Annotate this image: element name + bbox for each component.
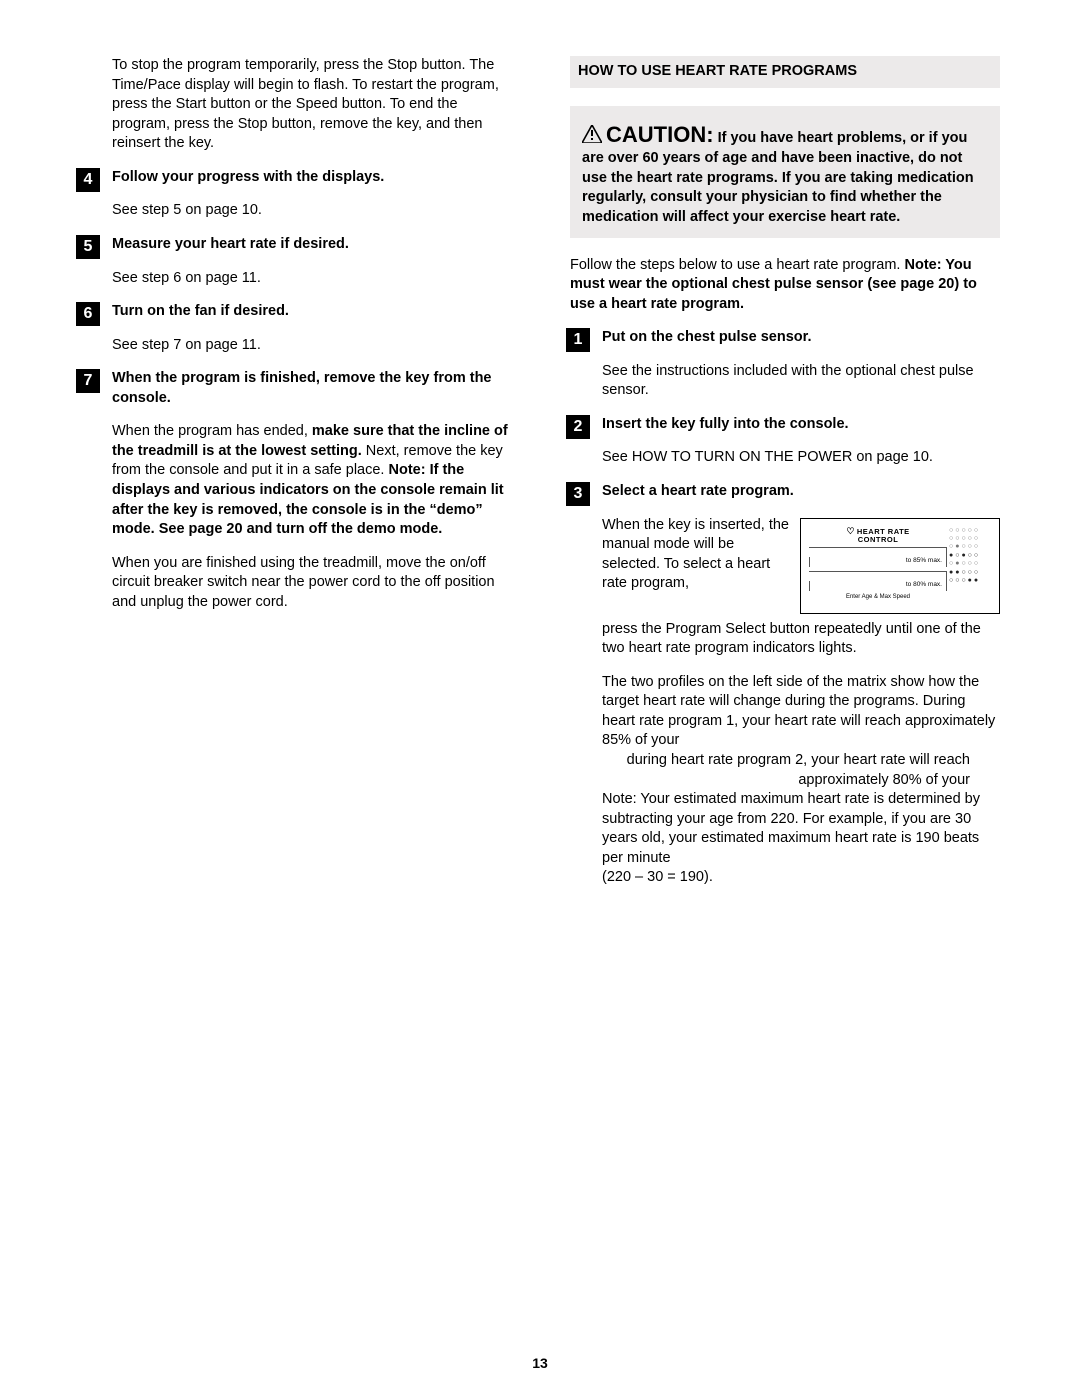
hr-step-3: 3 Select a heart rate program. ♡HEART RA… bbox=[570, 482, 1000, 888]
step7-p1-a: When the program has ended, bbox=[112, 423, 312, 439]
profile-85: to 85% max. bbox=[809, 547, 947, 567]
led-matrix: ○○○○○ ○○○○○ ○●○○○ ●○●○○ ○●○○○ ●●○○○ ○○○●… bbox=[949, 527, 993, 586]
hr-step-1-body: See the instructions included with the o… bbox=[602, 362, 1000, 401]
step-5-title: Measure your heart rate if desired. bbox=[112, 235, 510, 255]
enter-age-label: Enter Age & Max Speed bbox=[809, 593, 947, 601]
step-7-title: When the program is finished, remove the… bbox=[112, 369, 510, 408]
step-7-para2: When you are finished using the treadmil… bbox=[112, 554, 510, 613]
step-6: 6 Turn on the fan if desired. See step 7… bbox=[80, 302, 510, 355]
diagram-title-2: CONTROL bbox=[858, 535, 899, 544]
hr-step-number-2: 2 bbox=[566, 415, 590, 439]
step-number-7: 7 bbox=[76, 369, 100, 393]
hr-step-2-body: See HOW TO TURN ON THE POWER on page 10. bbox=[602, 448, 1000, 468]
step-5: 5 Measure your heart rate if desired. Se… bbox=[80, 235, 510, 288]
hr-step-3-para3b: (220 – 30 = 190). bbox=[602, 868, 1000, 888]
step-number-6: 6 bbox=[76, 302, 100, 326]
hr-step-number-1: 1 bbox=[566, 328, 590, 352]
step-number-5: 5 bbox=[76, 235, 100, 259]
hr-step-3-title: Select a heart rate program. bbox=[602, 482, 1000, 502]
step-7: 7 When the program is finished, remove t… bbox=[80, 369, 510, 612]
hr-step-1: 1 Put on the chest pulse sensor. See the… bbox=[570, 328, 1000, 401]
step-4-body: See step 5 on page 10. bbox=[112, 201, 510, 221]
heart-rate-heading: HOW TO USE HEART RATE PROGRAMS bbox=[570, 56, 1000, 88]
left-column: To stop the program temporarily, press t… bbox=[80, 56, 520, 902]
heart-rate-control-diagram: ♡HEART RATE CONTROL to 85% max. to 80% m… bbox=[800, 518, 1000, 614]
page: To stop the program temporarily, press t… bbox=[80, 56, 1000, 902]
hr-step-3-para3: Note: Your estimated maximum heart rate … bbox=[602, 790, 1000, 868]
step-7-para1: When the program has ended, make sure th… bbox=[112, 422, 510, 539]
hr-intro: Follow the steps below to use a heart ra… bbox=[570, 256, 1000, 315]
intro-text: To stop the program temporarily, press t… bbox=[112, 56, 510, 154]
step-5-body: See step 6 on page 11. bbox=[112, 269, 510, 289]
step-4: 4 Follow your progress with the displays… bbox=[80, 168, 510, 221]
step-number-4: 4 bbox=[76, 168, 100, 192]
hr-step-number-3: 3 bbox=[566, 482, 590, 506]
profile-80: to 80% max. bbox=[809, 571, 947, 591]
step-6-body: See step 7 on page 11. bbox=[112, 336, 510, 356]
page-number: 13 bbox=[0, 1354, 1080, 1373]
pulse-icon: ♡ bbox=[846, 526, 855, 536]
step-6-title: Turn on the fan if desired. bbox=[112, 302, 510, 322]
hr-step-3-para2a: The two profiles on the left side of the… bbox=[602, 673, 1000, 751]
profile-85-label: to 85% max. bbox=[906, 557, 942, 566]
hr-step-3-para1b: press the Program Select button repeated… bbox=[602, 620, 1000, 659]
warning-icon bbox=[582, 125, 602, 150]
hr-step-3-content: ♡HEART RATE CONTROL to 85% max. to 80% m… bbox=[602, 516, 1000, 888]
hr-step-1-title: Put on the chest pulse sensor. bbox=[602, 328, 1000, 348]
right-column: HOW TO USE HEART RATE PROGRAMS CAUTION: … bbox=[560, 56, 1000, 902]
diagram-title: ♡HEART RATE CONTROL bbox=[809, 527, 947, 544]
caution-box: CAUTION: If you have heart problems, or … bbox=[570, 106, 1000, 238]
caution-title: CAUTION: bbox=[606, 122, 714, 147]
hr-intro-a: Follow the steps below to use a heart ra… bbox=[570, 257, 904, 273]
intro-paragraph: To stop the program temporarily, press t… bbox=[80, 56, 510, 154]
diagram-inner: ♡HEART RATE CONTROL to 85% max. to 80% m… bbox=[809, 527, 947, 605]
hr-step-3-para2b: during heart rate program 2, your heart … bbox=[602, 751, 1000, 790]
hr-step-2: 2 Insert the key fully into the console.… bbox=[570, 415, 1000, 468]
step-4-title: Follow your progress with the displays. bbox=[112, 168, 510, 188]
hr-step-2-title: Insert the key fully into the console. bbox=[602, 415, 1000, 435]
profile-80-label: to 80% max. bbox=[906, 581, 942, 590]
